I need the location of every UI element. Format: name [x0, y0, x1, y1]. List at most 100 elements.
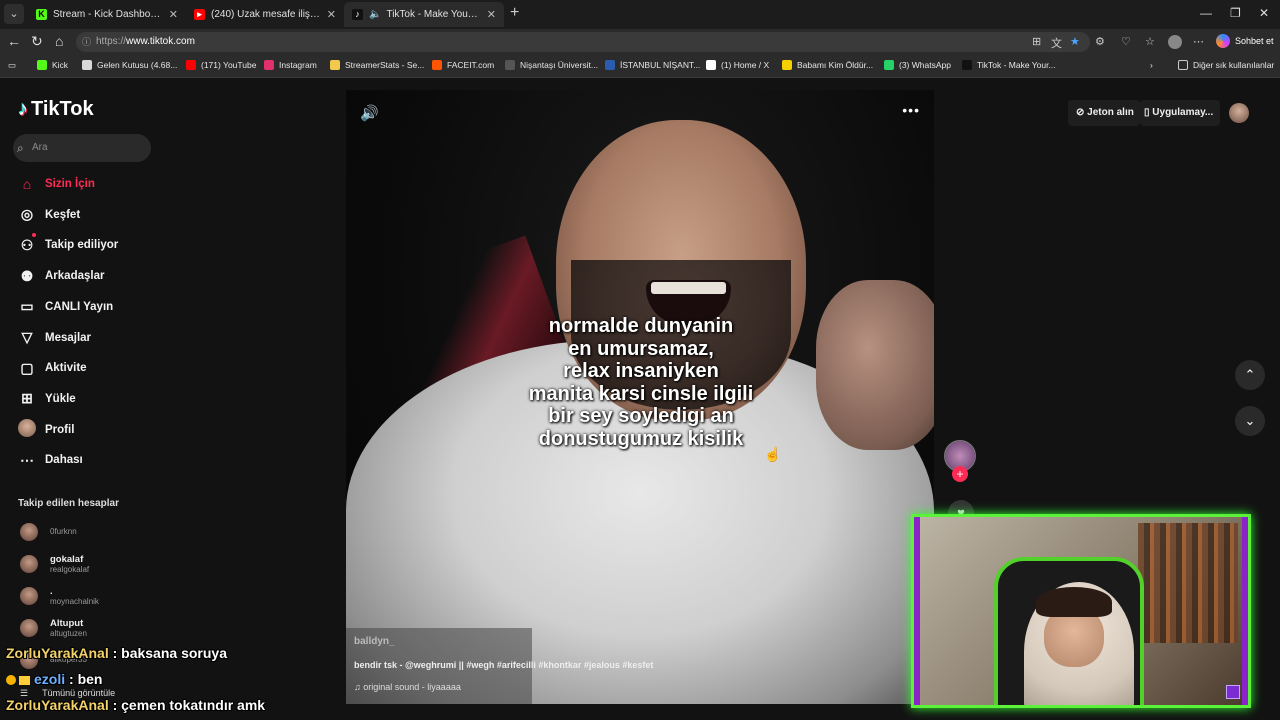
back-icon[interactable]: ←: [7, 33, 21, 49]
followed-account[interactable]: gokalaf realgokalaf: [20, 549, 89, 579]
tiktok-note-icon: ♪: [18, 98, 28, 120]
bookmarks-toggle-icon[interactable]: ▭: [8, 60, 16, 71]
tab-actions-menu[interactable]: ⌄: [4, 4, 24, 24]
bookmark-item[interactable]: StreamerStats - Se...: [330, 60, 424, 70]
close-tab-icon[interactable]: ✕: [169, 8, 178, 21]
followed-account[interactable]: . moynachalnik: [20, 581, 99, 611]
bookmark-label: (1) Home / X: [721, 60, 770, 70]
bookmarks-overflow-icon[interactable]: ›: [1150, 60, 1153, 70]
bookmark-item[interactable]: FACEIT.com: [432, 60, 494, 70]
nav-label: Mesajlar: [45, 331, 92, 344]
tab-tiktok[interactable]: ♪ 🔈 TikTok - Make Your Day ✕: [344, 2, 504, 27]
extensions-icon[interactable]: ⚙: [1095, 35, 1105, 48]
followed-account[interactable]: 0furknn: [20, 517, 77, 547]
tab-kick-dashboard[interactable]: K Stream - Kick Dashboard ✕: [28, 2, 186, 27]
close-tab-icon[interactable]: ✕: [487, 8, 496, 21]
nav-label: Profil: [45, 423, 75, 436]
bookmark-item[interactable]: Nişantaşı Üniversit...: [505, 60, 598, 70]
bookmark-item[interactable]: Kick: [37, 60, 68, 70]
bookmark-item[interactable]: Instagram: [264, 60, 317, 70]
minimize-icon[interactable]: —: [1200, 6, 1212, 20]
speaker-icon[interactable]: 🔈: [369, 9, 381, 20]
bookmark-item[interactable]: İSTANBUL NİŞANT...: [605, 60, 700, 70]
favorite-star-icon[interactable]: ★: [1070, 35, 1080, 48]
following-section-title: Takip edilen hesaplar: [18, 498, 119, 509]
nav-label: Sizin İçin: [45, 178, 95, 190]
nav-item[interactable]: ▽ Mesajlar: [18, 327, 91, 349]
profile-icon[interactable]: [1168, 35, 1182, 49]
settings-more-icon[interactable]: ⋯: [1193, 35, 1204, 48]
chat-text: : ben: [65, 671, 103, 687]
nav-item[interactable]: ⌂ Sizin İçin: [18, 173, 95, 195]
nav-item[interactable]: Profil: [18, 419, 74, 441]
video-more-icon[interactable]: •••: [902, 102, 920, 118]
chat-text: : çemen tokatındır amk: [108, 697, 266, 713]
close-tab-icon[interactable]: ✕: [327, 8, 336, 21]
url-field[interactable]: ⓘ https://www.tiktok.com: [76, 32, 1090, 52]
home-icon[interactable]: ⌂: [55, 33, 63, 49]
nav-item[interactable]: ⋯ Dahası: [18, 449, 83, 471]
live-icon: ▭: [20, 298, 34, 315]
bookmark-label: TikTok - Make Your...: [977, 60, 1056, 70]
logo-text: TikTok: [31, 98, 94, 120]
tab-title: Stream - Kick Dashboard: [53, 9, 163, 20]
tiktok-logo[interactable]: ♪ TikTok: [18, 98, 94, 121]
sound-label: original sound - liyaaaaa: [363, 682, 461, 692]
bookmark-favicon-icon: [605, 60, 615, 70]
performance-icon[interactable]: ♡: [1121, 35, 1131, 48]
bookmark-label: Nişantaşı Üniversit...: [520, 60, 598, 70]
webcam-border-left: [914, 517, 920, 705]
bookmark-item[interactable]: (3) WhatsApp: [884, 60, 951, 70]
nav-item[interactable]: ⚇ Takip ediliyor: [18, 234, 119, 256]
get-coins-button[interactable]: ⊘ Jeton alın: [1068, 100, 1140, 126]
compass-icon: ◎: [20, 206, 34, 223]
bookmark-item[interactable]: Gelen Kutusu (4.68...: [82, 60, 177, 70]
chat-username: ZorluYarakAnal: [6, 645, 109, 661]
collections-icon[interactable]: ☆: [1145, 35, 1155, 48]
previous-video-button[interactable]: ⌃: [1235, 360, 1265, 390]
translate-icon[interactable]: 文: [1051, 35, 1062, 51]
bookmark-item[interactable]: (1) Home / X: [706, 60, 769, 70]
follow-plus-icon[interactable]: +: [952, 466, 968, 482]
tab-youtube[interactable]: ▸ (240) Uzak mesafe ilişkisi yaşayıp ne …: [186, 2, 344, 27]
account-avatar: [20, 555, 38, 573]
restore-icon[interactable]: ❐: [1230, 6, 1241, 20]
bookmark-item[interactable]: Babamı Kim Öldür...: [782, 60, 873, 70]
bookmark-item[interactable]: (171) YouTube: [186, 60, 256, 70]
next-video-button[interactable]: ⌄: [1235, 406, 1265, 436]
get-app-button[interactable]: ▯ Uygulamay...: [1140, 100, 1220, 126]
app-available-icon[interactable]: ⊞: [1032, 35, 1041, 48]
chat-message: ezoli : ben: [6, 671, 102, 687]
copilot-button[interactable]: Sohbet et: [1216, 34, 1274, 48]
bookmark-label: Gelen Kutusu (4.68...: [97, 60, 178, 70]
nav-item[interactable]: ◎ Keşfet: [18, 204, 80, 226]
video-caption: normalde dunyanin en umursamaz, relax in…: [528, 315, 754, 450]
nav-item[interactable]: ▭ CANLI Yayın: [18, 296, 113, 318]
nav-item[interactable]: ▢ Aktivite: [18, 357, 86, 379]
video-sound[interactable]: ♫ original sound - liyaaaaa: [354, 682, 461, 692]
followed-account[interactable]: Altuput altugtuzen: [20, 613, 87, 643]
chat-message: ZorluYarakAnal : baksana soruya: [6, 645, 227, 661]
new-tab-button[interactable]: +: [510, 4, 519, 22]
search-input[interactable]: ⌕ Ara: [13, 134, 151, 162]
notification-dot: [32, 233, 36, 237]
volume-icon[interactable]: 🔊: [360, 104, 379, 122]
other-bookmarks[interactable]: Diğer sık kullanılanlar: [1178, 60, 1274, 70]
account-avatar: [20, 587, 38, 605]
nav-label: Dahası: [45, 454, 83, 467]
bookmark-favicon-icon: [782, 60, 792, 70]
chat-message: ZorluYarakAnal : çemen tokatındır amk: [6, 697, 265, 713]
reload-icon[interactable]: ↻: [31, 33, 43, 50]
bookmark-favicon-icon: [82, 60, 92, 70]
window-close-icon[interactable]: ✕: [1259, 6, 1269, 20]
video-author[interactable]: balldyn_: [354, 636, 395, 647]
bookmark-item[interactable]: TikTok - Make Your...: [962, 60, 1056, 70]
user-avatar[interactable]: [1229, 103, 1249, 123]
nav-item[interactable]: ⊞ Yükle: [18, 388, 76, 410]
account-handle: moynachalnik: [50, 596, 99, 606]
webcam-border-right: [1242, 517, 1248, 705]
home-icon: ⌂: [22, 176, 32, 192]
nav-item[interactable]: ⚉ Arkadaşlar: [18, 265, 105, 287]
video-player[interactable]: normalde dunyanin en umursamaz, relax in…: [346, 90, 934, 704]
video-teeth: [651, 282, 726, 294]
